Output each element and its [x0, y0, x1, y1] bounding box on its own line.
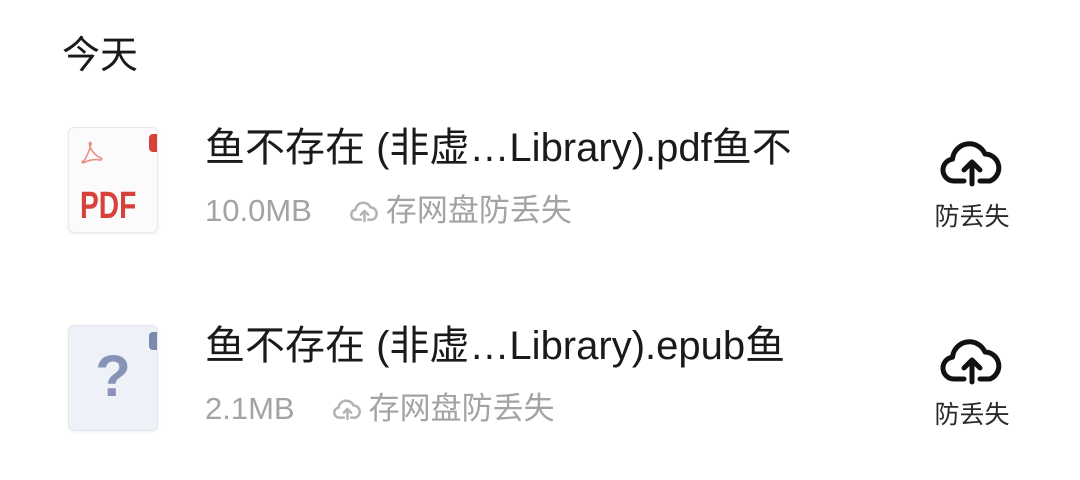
cloud-upload-icon [349, 201, 378, 223]
acrobat-icon [81, 141, 103, 164]
cloud-upload-icon [940, 141, 1002, 187]
file-list-item[interactable]: ? 鱼不存在 (非虚…Library).epub鱼 2.1MB 存网盘防丢失 防… [0, 324, 1080, 475]
file-type-label: PDF [80, 185, 137, 227]
backup-button-label: 防丢失 [934, 401, 1010, 429]
file-meta: 2.1MB 存网盘防丢失 [205, 389, 555, 429]
pdf-file-icon: PDF [68, 127, 158, 233]
backup-button[interactable]: 防丢失 [917, 133, 1027, 243]
file-name: 鱼不存在 (非虚…Library).epub鱼 [205, 324, 786, 368]
file-list-item[interactable]: PDF 鱼不存在 (非虚…Library).pdf鱼不 10.0MB 存网盘防丢… [0, 126, 1080, 277]
backup-button[interactable]: 防丢失 [917, 331, 1027, 441]
file-meta: 10.0MB 存网盘防丢失 [205, 191, 572, 231]
backup-hint-text: 存网盘防丢失 [368, 391, 555, 426]
cloud-upload-icon [332, 399, 361, 421]
unknown-file-icon: ? [68, 325, 158, 431]
file-name: 鱼不存在 (非虚…Library).pdf鱼不 [205, 126, 792, 170]
backup-hint-text: 存网盘防丢失 [385, 193, 572, 228]
file-size: 10.0MB [205, 193, 312, 228]
file-size: 2.1MB [205, 391, 295, 426]
folded-corner [149, 134, 157, 152]
backup-button-label: 防丢失 [934, 203, 1010, 231]
file-type-label: ? [95, 344, 131, 409]
backup-hint: 存网盘防丢失 [332, 389, 555, 429]
section-header: 今天 [62, 35, 139, 77]
backup-hint: 存网盘防丢失 [349, 191, 572, 231]
cloud-upload-icon [940, 339, 1002, 385]
